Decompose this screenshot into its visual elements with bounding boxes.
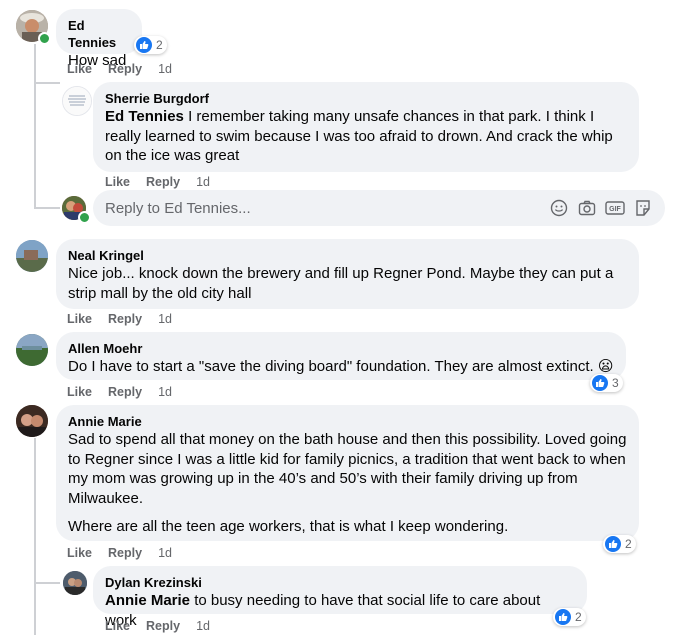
comment-bubble: Dylan Krezinski Annie Marie to busy need… [93, 566, 587, 629]
comment-text-second-paragraph: Where are all the teen age workers, that… [68, 518, 509, 535]
comment-actions: Like Reply 1d [105, 619, 210, 633]
reply-placeholder: Reply to Ed Tennies... [105, 199, 251, 217]
sticker-icon[interactable] [633, 198, 653, 218]
comment-bubble: Neal Kringel Nice job... knock down the … [56, 239, 639, 309]
comment-actions: Like Reply 1d [67, 546, 172, 560]
mention-link[interactable]: Ed Tennies [105, 108, 184, 125]
thread-line-annie-branch [34, 582, 60, 584]
timestamp[interactable]: 1d [196, 175, 210, 189]
reply-button[interactable]: Reply [108, 385, 142, 399]
thread-line-ed-branch-2 [34, 207, 60, 209]
comment-author[interactable]: Ed Tennies [68, 17, 130, 51]
gif-icon[interactable]: GIF [605, 198, 625, 218]
reaction-count[interactable]: 2 [553, 608, 586, 626]
comment-actions: Like Reply 1d [67, 385, 172, 399]
comment-bubble: Annie Marie Sad to spend all that money … [56, 405, 639, 541]
like-button[interactable]: Like [67, 385, 92, 399]
comment-actions: Like Reply 1d [67, 312, 172, 326]
comment-bubble: Sherrie Burgdorf Ed Tennies I remember t… [93, 82, 639, 172]
comment-bubble: Ed Tennies How sad [56, 9, 142, 69]
avatar[interactable] [16, 240, 48, 272]
timestamp[interactable]: 1d [158, 546, 172, 560]
reply-input[interactable]: Reply to Ed Tennies... GIF [93, 190, 665, 226]
avatar[interactable] [16, 405, 48, 437]
like-reaction-icon [592, 375, 608, 391]
timestamp[interactable]: 1d [196, 619, 210, 633]
thread-line-ed [34, 44, 36, 209]
reaction-number: 2 [625, 537, 632, 551]
comment-actions: Like Reply 1d [67, 62, 172, 76]
comment-text: Ed Tennies I remember taking many unsafe… [105, 107, 627, 166]
timestamp[interactable]: 1d [158, 312, 172, 326]
comment-text: Do I have to start a "save the diving bo… [68, 357, 614, 377]
comment-author[interactable]: Annie Marie [68, 413, 627, 430]
reply-button[interactable]: Reply [108, 546, 142, 560]
svg-text:GIF: GIF [609, 206, 621, 213]
comment-author[interactable]: Neal Kringel [68, 247, 627, 264]
camera-icon[interactable] [577, 198, 597, 218]
comment-text: Nice job... knock down the brewery and f… [68, 265, 614, 302]
avatar[interactable] [16, 334, 48, 366]
reply-button[interactable]: Reply [108, 312, 142, 326]
like-button[interactable]: Like [67, 312, 92, 326]
like-button[interactable]: Like [105, 619, 130, 633]
online-status-icon [38, 32, 51, 45]
avatar[interactable] [62, 86, 92, 116]
reaction-number: 2 [575, 610, 582, 624]
reaction-number: 2 [156, 38, 163, 52]
emoji-icon[interactable] [549, 198, 569, 218]
thread-line-annie [34, 438, 36, 635]
like-button[interactable]: Like [67, 546, 92, 560]
reaction-count[interactable]: 2 [603, 535, 636, 553]
reaction-count[interactable]: 3 [590, 374, 623, 392]
comment-text: Sad to spend all that money on the bath … [68, 431, 627, 507]
online-status-icon [78, 211, 91, 224]
worried-face-emoji: 😦 [597, 358, 614, 375]
timestamp[interactable]: 1d [158, 62, 172, 76]
comment-author[interactable]: Allen Moehr [68, 340, 614, 357]
thread-line-ed-branch [34, 82, 60, 84]
like-reaction-icon [605, 536, 621, 552]
reaction-count[interactable]: 2 [134, 36, 167, 54]
reaction-number: 3 [612, 376, 619, 390]
reply-button[interactable]: Reply [108, 62, 142, 76]
comment-author[interactable]: Sherrie Burgdorf [105, 90, 627, 107]
comment-actions: Like Reply 1d [105, 175, 210, 189]
comment-bubble: Allen Moehr Do I have to start a "save t… [56, 332, 626, 380]
like-button[interactable]: Like [67, 62, 92, 76]
mention-link[interactable]: Annie Marie [105, 592, 190, 609]
like-reaction-icon [555, 609, 571, 625]
like-reaction-icon [136, 37, 152, 53]
like-button[interactable]: Like [105, 175, 130, 189]
comment-author[interactable]: Dylan Krezinski [105, 574, 575, 591]
reply-button[interactable]: Reply [146, 175, 180, 189]
timestamp[interactable]: 1d [158, 385, 172, 399]
comment-body: Do I have to start a "save the diving bo… [68, 358, 594, 375]
avatar[interactable] [63, 571, 87, 595]
reply-button[interactable]: Reply [146, 619, 180, 633]
